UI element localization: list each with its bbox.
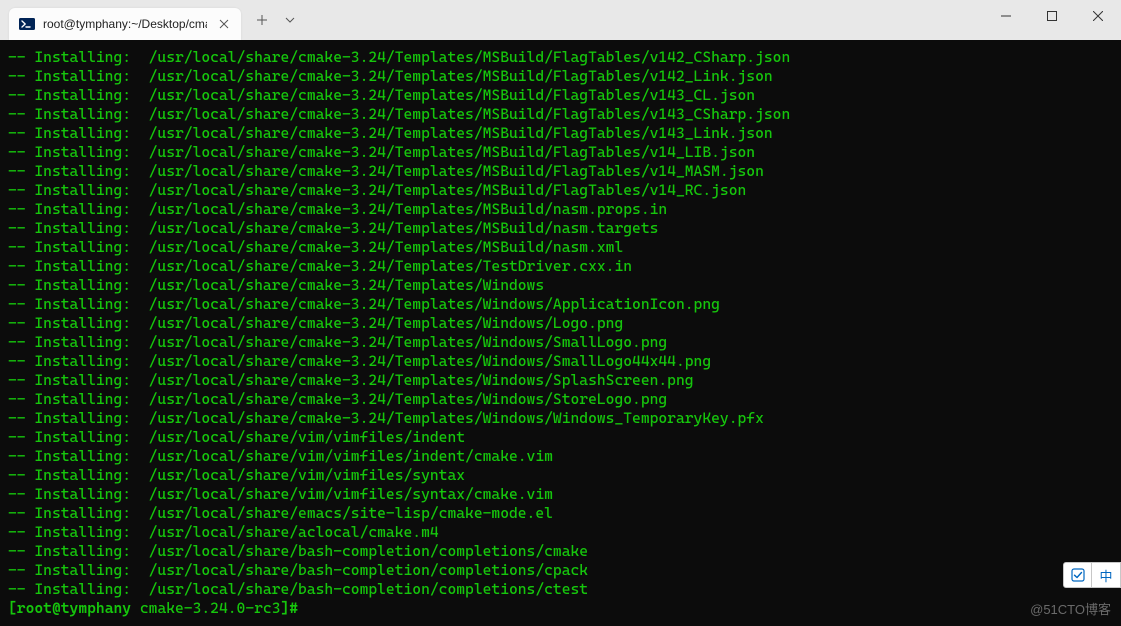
terminal-line: -- Installing: /usr/local/share/cmake-3.…: [8, 67, 1113, 86]
terminal-line: -- Installing: /usr/local/share/cmake-3.…: [8, 371, 1113, 390]
terminal-line: -- Installing: /usr/local/share/bash-com…: [8, 561, 1113, 580]
tab-title: root@tymphany:~/Desktop/cmak: [43, 17, 207, 31]
tab-close-button[interactable]: [215, 15, 233, 33]
window-controls: [983, 0, 1121, 32]
powershell-icon: [19, 16, 35, 32]
ime-indicator[interactable]: 中: [1063, 562, 1121, 588]
terminal-line: -- Installing: /usr/local/share/cmake-3.…: [8, 352, 1113, 371]
plus-icon: [256, 14, 268, 26]
terminal-line: -- Installing: /usr/local/share/cmake-3.…: [8, 333, 1113, 352]
terminal-line: -- Installing: /usr/local/share/cmake-3.…: [8, 238, 1113, 257]
terminal-line: -- Installing: /usr/local/share/bash-com…: [8, 580, 1113, 599]
maximize-button[interactable]: [1029, 0, 1075, 32]
terminal-line: -- Installing: /usr/local/share/cmake-3.…: [8, 200, 1113, 219]
terminal-line: -- Installing: /usr/local/share/cmake-3.…: [8, 409, 1113, 428]
prompt-line: [root@tymphany cmake-3.24.0-rc3]#: [8, 599, 1113, 618]
tab-area: root@tymphany:~/Desktop/cmak: [0, 0, 983, 40]
cursor: [298, 600, 306, 617]
terminal-line: -- Installing: /usr/local/share/cmake-3.…: [8, 86, 1113, 105]
terminal-line: -- Installing: /usr/local/share/cmake-3.…: [8, 162, 1113, 181]
window-titlebar: root@tymphany:~/Desktop/cmak: [0, 0, 1121, 40]
ime-mode: 中: [1092, 563, 1120, 587]
window-close-button[interactable]: [1075, 0, 1121, 32]
terminal-line: -- Installing: /usr/local/share/emacs/si…: [8, 504, 1113, 523]
close-icon: [219, 19, 229, 29]
tab-dropdown-button[interactable]: [277, 5, 303, 35]
terminal-line: -- Installing: /usr/local/share/aclocal/…: [8, 523, 1113, 542]
terminal-line: -- Installing: /usr/local/share/cmake-3.…: [8, 295, 1113, 314]
terminal-line: -- Installing: /usr/local/share/cmake-3.…: [8, 124, 1113, 143]
terminal-tab[interactable]: root@tymphany:~/Desktop/cmak: [9, 8, 241, 40]
maximize-icon: [1047, 11, 1057, 21]
terminal-output[interactable]: -- Installing: /usr/local/share/cmake-3.…: [0, 40, 1121, 626]
terminal-line: -- Installing: /usr/local/share/cmake-3.…: [8, 105, 1113, 124]
terminal-line: -- Installing: /usr/local/share/vim/vimf…: [8, 466, 1113, 485]
terminal-line: -- Installing: /usr/local/share/cmake-3.…: [8, 143, 1113, 162]
minimize-icon: [1001, 11, 1011, 21]
terminal-line: -- Installing: /usr/local/share/cmake-3.…: [8, 181, 1113, 200]
terminal-line: -- Installing: /usr/local/share/cmake-3.…: [8, 219, 1113, 238]
ime-check-icon: [1064, 563, 1092, 587]
close-icon: [1093, 11, 1103, 21]
terminal-line: -- Installing: /usr/local/share/vim/vimf…: [8, 447, 1113, 466]
terminal-line: -- Installing: /usr/local/share/cmake-3.…: [8, 314, 1113, 333]
terminal-line: -- Installing: /usr/local/share/cmake-3.…: [8, 48, 1113, 67]
terminal-line: -- Installing: /usr/local/share/cmake-3.…: [8, 276, 1113, 295]
terminal-line: -- Installing: /usr/local/share/bash-com…: [8, 542, 1113, 561]
terminal-line: -- Installing: /usr/local/share/vim/vimf…: [8, 485, 1113, 504]
new-tab-button[interactable]: [247, 5, 277, 35]
terminal-line: -- Installing: /usr/local/share/cmake-3.…: [8, 257, 1113, 276]
terminal-line: -- Installing: /usr/local/share/vim/vimf…: [8, 428, 1113, 447]
minimize-button[interactable]: [983, 0, 1029, 32]
terminal-line: -- Installing: /usr/local/share/cmake-3.…: [8, 390, 1113, 409]
chevron-down-icon: [285, 17, 295, 23]
